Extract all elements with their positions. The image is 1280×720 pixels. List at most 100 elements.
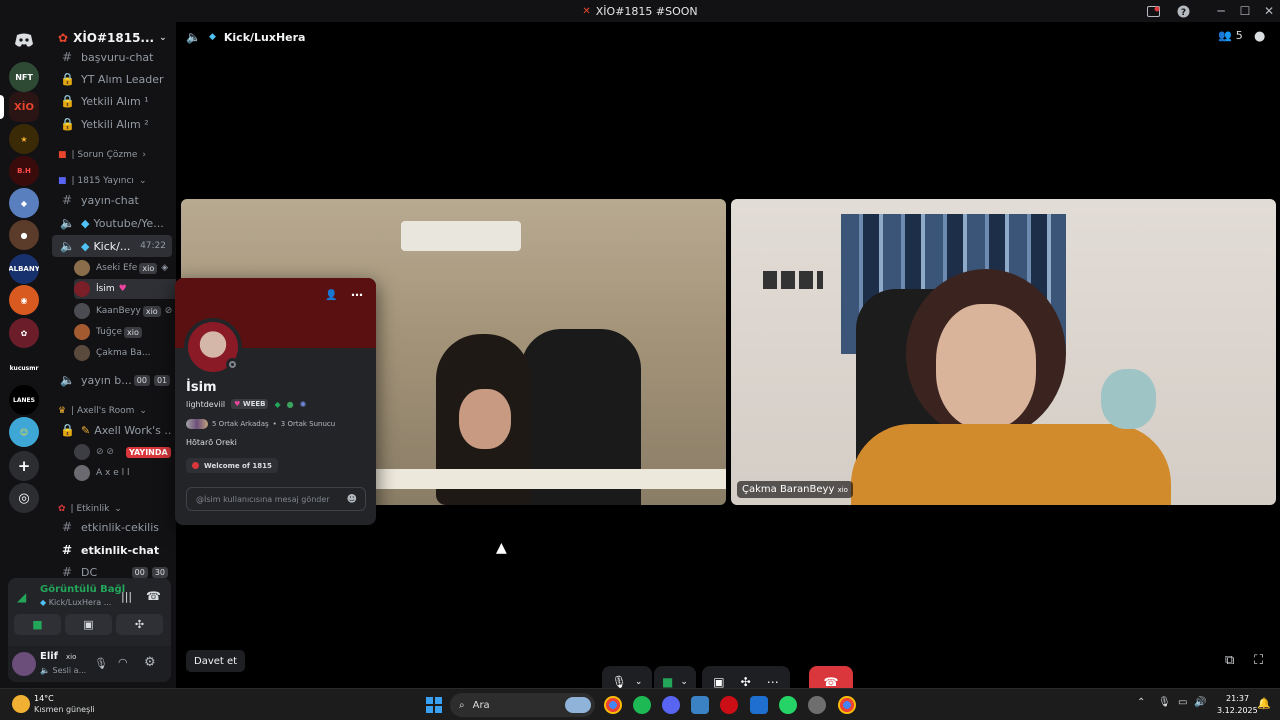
category-1815-yayinci[interactable]: ■ | 1815 Yayıncı ⌄ <box>58 176 146 186</box>
category-sorun-cozme[interactable]: ■ | Sorun Çözme › <box>58 150 146 160</box>
weather-description: Kısmen güneşli <box>34 705 95 714</box>
channel-yetkili-alim-2[interactable]: 🔒 Yetkili Alım ² <box>52 113 172 135</box>
disconnect-icon[interactable]: ☎ <box>146 589 161 603</box>
more-icon[interactable]: ⋯ <box>767 675 779 689</box>
voice-user-axell[interactable]: A x e l l⊘ ⊘ <box>74 463 176 483</box>
camera-button[interactable]: ■ <box>14 614 61 635</box>
server-icon-9[interactable]: ✿ <box>9 318 39 348</box>
inbox-icon[interactable] <box>1144 0 1162 22</box>
microphone-tray-icon[interactable]: 🎙 <box>1158 697 1171 708</box>
headphones-icon[interactable]: ◠ <box>118 656 128 669</box>
badge-nitro-icon[interactable]: ● <box>287 400 294 409</box>
role-chip: Welcome of 1815 <box>186 458 278 473</box>
shield-icon: ◈ <box>161 263 169 273</box>
weather-temperature: 14°C <box>34 694 54 703</box>
chrome-icon[interactable] <box>604 696 622 714</box>
chevron-up-icon[interactable]: ⌃ <box>1137 697 1145 708</box>
volume-icon[interactable]: 🔊 <box>1194 697 1206 708</box>
whatsapp-icon[interactable] <box>779 696 797 714</box>
add-friend-icon[interactable]: 👤 <box>325 290 337 301</box>
clan-tag[interactable]: ♥ WEEB <box>231 399 269 409</box>
category-etkinlik[interactable]: ✿ | Etkinlik ⌄ <box>58 504 122 514</box>
voice-connection-panel: ◢ Görüntülü Bağl ◆ Kick/LuxHera ... ||| … <box>8 578 171 682</box>
channel-etkinlik-chat[interactable]: # etkinlik-chat <box>52 539 172 561</box>
category-axells-room[interactable]: ♛ | Axell's Room ⌄ <box>58 406 147 416</box>
discord-home-icon[interactable] <box>9 25 39 55</box>
fullscreen-icon[interactable]: ⛶ <box>1254 653 1263 668</box>
chevron-down-icon[interactable]: ⌄ <box>635 677 643 687</box>
server-icon-1[interactable]: NFT <box>9 62 39 92</box>
voice-user-kaanbeyy[interactable]: KaanBeyy xio ⊘ <box>74 301 176 321</box>
taskbar-search[interactable]: ⌕ Ara <box>450 693 595 717</box>
voice-user-name: Çakma Ba... <box>96 348 151 358</box>
notification-bell-icon[interactable]: 🔔 <box>1257 697 1271 710</box>
channel-yt-alim-leader[interactable]: 🔒 YT Alım Leader <box>52 68 172 90</box>
close-button[interactable]: ✕ <box>1260 0 1278 22</box>
emoji-icon[interactable]: ☻ <box>347 494 357 505</box>
voice-status-channel[interactable]: ◆ Kick/LuxHera ... <box>40 598 111 607</box>
chrome-profile-icon[interactable] <box>838 696 856 714</box>
voice-user-live[interactable]: ⊘ ⊘ YAYINDA <box>74 442 176 462</box>
user-limit: 00 01 <box>132 374 171 386</box>
participants-button[interactable]: 👥 5 <box>1218 29 1243 42</box>
windows-start-icon[interactable] <box>426 697 442 713</box>
add-server-icon[interactable]: + <box>9 451 39 481</box>
screen-share-button[interactable]: ▣ <box>65 614 112 635</box>
voice-user-cakma[interactable]: Çakma Ba...■ <box>74 343 176 363</box>
user-profile-popout: 👤 ⋯ İsim lightdeviil ♥ WEEB ◆ ● ✺ 5 Orta… <box>175 278 376 525</box>
profile-message-input[interactable]: @İsim kullanıcısına mesaj gönder ☻ <box>186 487 366 511</box>
server-icon-4[interactable]: B.H <box>9 156 39 186</box>
voice-user-aseki-efe[interactable]: Aseki Efe xio ◈ <box>74 258 176 278</box>
invite-button[interactable]: Davet et <box>186 650 246 672</box>
mutuals-row[interactable]: 5 Ortak Arkadaş • 3 Ortak Sunucu <box>186 419 335 429</box>
server-icon-star[interactable]: ★ <box>9 124 39 154</box>
activities-button[interactable]: ✣ <box>116 614 163 635</box>
maximize-button[interactable]: ☐ <box>1236 0 1254 22</box>
server-icon-albany[interactable]: ALBANY <box>9 254 39 284</box>
gear-icon[interactable]: ⚙ <box>144 655 156 670</box>
server-icon-5[interactable]: ◆ <box>9 188 39 218</box>
app-icon[interactable] <box>750 696 768 714</box>
discord-taskbar-icon[interactable] <box>662 696 680 714</box>
category-label: | Axell's Room <box>71 406 135 416</box>
channel-kick-active[interactable]: 🔈 ◆ Kick/... 47:22 <box>52 235 172 257</box>
pop-out-icon[interactable]: ⧉ <box>1225 653 1234 668</box>
chat-bubble-icon[interactable]: ● <box>1254 29 1265 44</box>
channel-etkinlik-cekilis[interactable]: # etkinlik-cekilis <box>52 516 172 538</box>
server-icon-xio[interactable]: XİO <box>9 92 39 122</box>
screen-share-icon[interactable]: ▣ <box>713 675 724 689</box>
channel-axell-work[interactable]: 🔒 ✎ Axell Work's ... <box>52 419 172 441</box>
chevron-down-icon[interactable]: ⌄ <box>680 677 688 687</box>
server-icon-6[interactable]: ● <box>9 220 39 250</box>
server-icon-lanes[interactable]: LANES <box>9 385 39 415</box>
server-icon-kucusmr[interactable]: kucusmr <box>9 353 39 383</box>
noise-suppression-icon[interactable]: ||| <box>121 590 132 603</box>
voice-user-isim[interactable]: İsim♥⊘ ⊘ <box>74 279 176 299</box>
steam-icon[interactable] <box>808 696 826 714</box>
spotify-icon[interactable] <box>633 696 651 714</box>
more-icon[interactable]: ⋯ <box>351 288 363 302</box>
badge-hypesquad-icon[interactable]: ◆ <box>274 400 280 409</box>
activities-icon[interactable]: ✣ <box>741 675 751 689</box>
help-icon[interactable]: ? <box>1176 0 1190 22</box>
signal-icon[interactable]: ◢ <box>17 590 26 604</box>
opera-icon[interactable] <box>720 696 738 714</box>
video-tile-cakma-baranbeyy[interactable]: Çakma BaranBeyy xio <box>731 199 1276 505</box>
file-explorer-icon[interactable] <box>691 696 709 714</box>
server-icon-12[interactable]: ☺ <box>9 417 39 447</box>
voice-user-tugce[interactable]: Tuğçexio■ <box>74 322 176 342</box>
channel-label: Kick/... <box>93 239 131 253</box>
discover-icon[interactable]: ◎ <box>9 483 39 513</box>
server-icon-8[interactable]: ◉ <box>9 285 39 315</box>
microphone-icon[interactable]: 🎙 <box>94 657 108 670</box>
channel-basvuru-chat[interactable]: # başvuru-chat <box>52 46 172 68</box>
badge-boost-icon[interactable]: ✺ <box>300 400 307 409</box>
channel-youtube[interactable]: 🔈 ◆ Youtube/Ye... <box>52 212 172 234</box>
minimize-button[interactable]: ─ <box>1212 0 1230 22</box>
channel-yayin-chat[interactable]: # yayın-chat <box>52 189 172 211</box>
weather-sun-icon[interactable] <box>12 695 30 713</box>
channel-yayin-b[interactable]: 🔈 yayın b... 00 01 <box>52 369 172 391</box>
channel-yetkili-alim-1[interactable]: 🔒 Yetkili Alım ¹ <box>52 90 172 112</box>
avatar[interactable] <box>12 652 36 676</box>
network-icon[interactable]: ▭ <box>1178 697 1187 708</box>
